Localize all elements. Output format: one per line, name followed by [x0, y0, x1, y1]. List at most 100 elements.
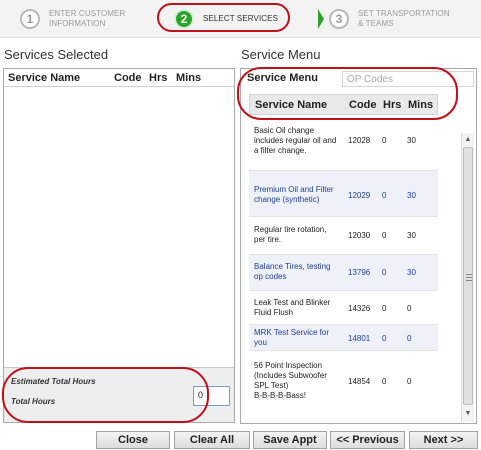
active-step-arrow-icon — [318, 9, 324, 29]
scroll-thumb[interactable] — [463, 147, 473, 405]
service-menu-header: Service Name Code Hrs Mins — [249, 94, 438, 115]
service-mins: 30 — [407, 268, 416, 277]
service-row[interactable]: Basic Oil change includes regular oil an… — [249, 115, 438, 171]
step-1-label-line2: INFORMATION — [49, 19, 106, 28]
step-3-label-line1: SET TRANSPORTATION — [358, 9, 450, 18]
service-mins: 0 — [407, 334, 412, 343]
service-row[interactable]: Regular tire rotation, per tire. 12030 0… — [249, 217, 438, 255]
step-1-number: 1 — [20, 9, 40, 29]
service-name-line: a filter change. — [254, 146, 307, 155]
service-hrs: 0 — [382, 334, 387, 343]
col-hrs: Hrs — [149, 71, 168, 84]
service-name-line: per tire. — [254, 235, 282, 244]
service-name-line: Leak Test and Blinker — [254, 298, 331, 307]
scroll-up-icon[interactable]: ▲ — [462, 134, 474, 146]
op-code-search-input[interactable] — [342, 71, 474, 87]
wizard-steps: 1 ENTER CUSTOMER INFORMATION 2 SELECT SE… — [0, 0, 481, 38]
total-hours-value: 0 — [193, 386, 230, 406]
service-row[interactable]: 56 Point Inspection (Includes Subwoofer … — [249, 351, 438, 403]
service-name-line: SPL Test) — [254, 381, 289, 390]
service-row[interactable]: Balance Tires, testing op codes 13796 0 … — [249, 255, 438, 291]
service-code: 14854 — [348, 377, 371, 386]
step-3-label-line2: & TEAMS — [358, 19, 394, 28]
service-name-line: change (synthetic) — [254, 195, 320, 204]
menu-col-mins: Mins — [408, 98, 434, 111]
col-service-name: Service Name — [8, 71, 81, 84]
service-code: 12028 — [348, 136, 371, 145]
clear-all-button[interactable]: Clear All — [174, 431, 250, 449]
step-1-label: ENTER CUSTOMER INFORMATION — [49, 9, 125, 29]
service-name-line: B-B-B-B-Bass! — [254, 391, 307, 400]
menu-col-code: Code — [349, 98, 377, 111]
service-mins: 30 — [407, 191, 416, 200]
service-mins: 30 — [407, 231, 416, 240]
save-appt-button[interactable]: Save Appt — [253, 431, 327, 449]
service-name-line: includes regular oil and — [254, 136, 337, 145]
service-name: Premium Oil and Filter change (synthetic… — [254, 185, 346, 205]
service-name: Basic Oil change includes regular oil an… — [254, 126, 346, 156]
service-menu-rows: Basic Oil change includes regular oil an… — [249, 115, 438, 403]
service-name-line: you — [254, 338, 267, 347]
service-name: Regular tire rotation, per tire. — [254, 225, 346, 245]
grip-line — [466, 274, 472, 275]
service-name-line: Regular tire rotation, — [254, 225, 327, 234]
step-3-label: SET TRANSPORTATION & TEAMS — [358, 9, 450, 29]
service-name: Leak Test and Blinker Fluid Flush — [254, 298, 346, 318]
service-mins: 0 — [407, 304, 412, 313]
estimated-total-hours-label: Estimated Total Hours — [11, 377, 96, 386]
total-hours-label: Total Hours — [11, 397, 56, 406]
service-name-line: Balance Tires, testing — [254, 262, 331, 271]
services-selected-header: Service Name Code Hrs Mins — [4, 69, 234, 87]
scroll-down-icon[interactable]: ▼ — [462, 408, 474, 420]
col-code: Code — [114, 71, 142, 84]
grip-line — [466, 277, 472, 278]
service-row[interactable]: MRK Test Service for you 14801 0 0 — [249, 325, 438, 351]
service-hrs: 0 — [382, 268, 387, 277]
service-name-line: op codes — [254, 272, 287, 281]
grip-line — [466, 280, 472, 281]
service-name-line: Premium Oil and Filter — [254, 185, 334, 194]
service-name-line: MRK Test Service for — [254, 328, 329, 337]
service-row[interactable]: Leak Test and Blinker Fluid Flush 14326 … — [249, 291, 438, 325]
next-button[interactable]: Next >> — [409, 431, 478, 449]
service-mins: 30 — [407, 136, 416, 145]
service-hrs: 0 — [382, 136, 387, 145]
step-3-number: 3 — [329, 9, 349, 29]
service-hrs: 0 — [382, 304, 387, 313]
service-name: MRK Test Service for you — [254, 328, 346, 348]
service-name-line: Fluid Flush — [254, 308, 294, 317]
step-2-number: 2 — [174, 9, 194, 29]
menu-col-hrs: Hrs — [383, 98, 402, 111]
service-code: 14326 — [348, 304, 371, 313]
close-button[interactable]: Close — [96, 431, 170, 449]
services-selected-panel: Service Name Code Hrs Mins Estimated Tot… — [3, 68, 235, 423]
service-menu-scrollbar[interactable]: ▲ ▼ — [461, 133, 474, 422]
service-hrs: 0 — [382, 191, 387, 200]
service-mins: 0 — [407, 377, 412, 386]
service-code: 12030 — [348, 231, 371, 240]
service-name: Balance Tires, testing op codes — [254, 262, 346, 282]
menu-col-service-name: Service Name — [255, 98, 328, 111]
service-row[interactable]: Premium Oil and Filter change (synthetic… — [249, 171, 438, 217]
step-3[interactable]: 3 SET TRANSPORTATION & TEAMS — [329, 0, 450, 38]
step-2-label: SELECT SERVICES — [203, 14, 278, 24]
service-code: 12029 — [348, 191, 371, 200]
service-name-line: Basic Oil change — [254, 126, 315, 135]
step-1-label-line1: ENTER CUSTOMER — [49, 9, 126, 18]
step-2-label-line1: SELECT SERVICES — [203, 14, 279, 23]
step-2[interactable]: 2 SELECT SERVICES — [174, 0, 278, 38]
col-mins: Mins — [176, 71, 202, 84]
search-label: Service Menu — [247, 72, 318, 84]
service-name: 56 Point Inspection (Includes Subwoofer … — [254, 361, 346, 401]
service-code: 13796 — [348, 268, 371, 277]
previous-button[interactable]: << Previous — [330, 431, 405, 449]
service-code: 14801 — [348, 334, 371, 343]
step-1[interactable]: 1 ENTER CUSTOMER INFORMATION — [20, 0, 125, 38]
service-menu-panel: Service Menu Service Name Code Hrs Mins … — [240, 68, 477, 424]
op-code-search-row: Service Menu — [241, 69, 476, 89]
service-name-line: 56 Point Inspection — [254, 361, 323, 370]
service-menu-title: Service Menu — [241, 47, 321, 62]
totals-footer: Estimated Total Hours Total Hours 0 — [4, 367, 234, 422]
services-selected-title: Services Selected — [4, 47, 109, 62]
service-name-line: (Includes Subwoofer — [254, 371, 327, 380]
